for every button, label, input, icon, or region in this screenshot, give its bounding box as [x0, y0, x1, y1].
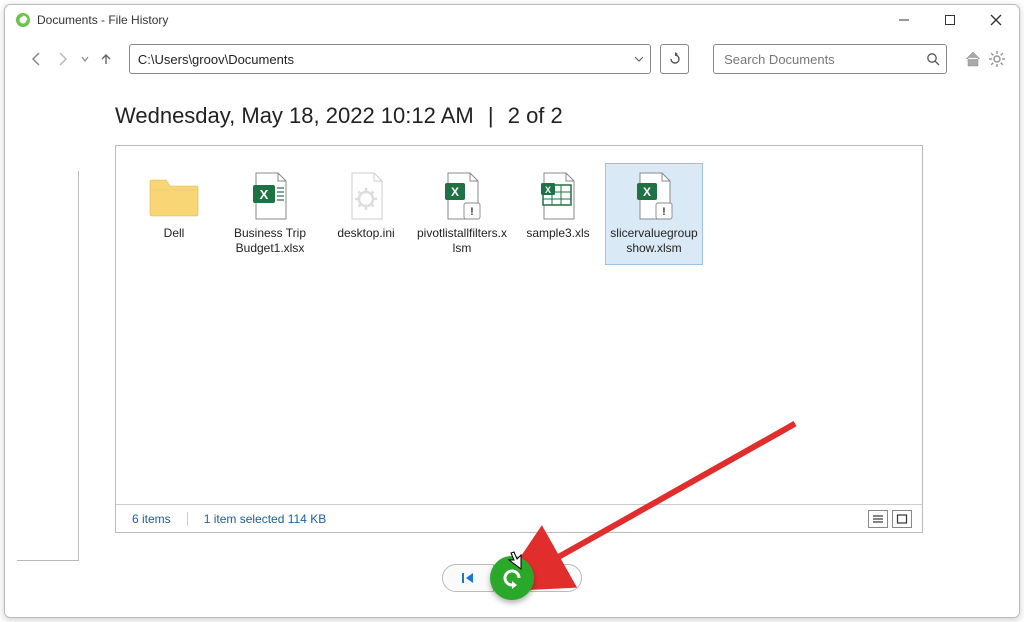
excel-file-icon: X — [242, 168, 298, 224]
ini-file-icon — [338, 168, 394, 224]
file-history-app-icon — [15, 12, 31, 28]
svg-text:!: ! — [470, 206, 474, 218]
navigation-row: C:\Users\groov\Documents Search Document… — [5, 39, 1019, 79]
search-icon — [926, 52, 940, 66]
file-history-window: Documents - File History C:\Use — [4, 4, 1020, 618]
status-bar: 6 items 1 item selected 114 KB — [116, 504, 922, 532]
item-count: 6 items — [132, 512, 171, 526]
file-item[interactable]: X ! pivotlistallfilters.xlsm — [414, 164, 510, 264]
search-placeholder: Search Documents — [724, 52, 926, 67]
svg-text:X: X — [451, 185, 459, 199]
file-name-label: desktop.ini — [337, 226, 394, 241]
svg-text:X: X — [260, 187, 269, 202]
folder-icon — [146, 168, 202, 224]
file-name-label: pivotlistallfilters.xlsm — [416, 226, 508, 256]
folder-item[interactable]: Dell — [126, 164, 222, 249]
file-panel: Dell X — [115, 145, 923, 533]
cursor-icon — [506, 550, 522, 570]
address-bar[interactable]: C:\Users\groov\Documents — [129, 44, 651, 74]
file-item[interactable]: X sample3.xls — [510, 164, 606, 249]
nav-back-button[interactable] — [25, 48, 46, 70]
refresh-button[interactable] — [660, 44, 689, 74]
next-version-button[interactable] — [530, 564, 582, 592]
tab-stub — [17, 171, 79, 561]
home-icon[interactable] — [963, 49, 983, 69]
nav-up-button[interactable] — [96, 48, 117, 70]
excel-macro-file-icon: X ! — [434, 168, 490, 224]
restore-button[interactable] — [490, 556, 534, 600]
file-name-label: Business Trip Budget1.xlsx — [224, 226, 316, 256]
maximize-button[interactable] — [927, 5, 973, 35]
nav-recent-dropdown[interactable] — [80, 48, 90, 70]
file-item[interactable]: desktop.ini — [318, 164, 414, 249]
settings-gear-icon[interactable] — [987, 49, 1007, 69]
search-box[interactable]: Search Documents — [713, 44, 947, 74]
titlebar: Documents - File History — [5, 5, 1019, 35]
selection-info: 1 item selected 114 KB — [204, 512, 327, 526]
file-name-label: Dell — [164, 226, 185, 241]
excel-legacy-file-icon: X — [530, 168, 586, 224]
view-icons-button[interactable] — [892, 510, 912, 528]
view-details-button[interactable] — [868, 510, 888, 528]
snapshot-timestamp: Wednesday, May 18, 2022 10:12 AM — [115, 103, 474, 128]
close-button[interactable] — [973, 5, 1019, 35]
snapshot-heading: Wednesday, May 18, 2022 10:12 AM | 2 of … — [115, 103, 563, 129]
file-item-selected[interactable]: X ! slicervaluegroupshow.xlsm — [606, 164, 702, 264]
minimize-button[interactable] — [881, 5, 927, 35]
svg-text:X: X — [545, 185, 551, 195]
status-separator — [187, 512, 188, 526]
items-area[interactable]: Dell X — [116, 146, 922, 282]
snapshot-position: 2 of 2 — [508, 103, 563, 128]
heading-separator: | — [488, 103, 494, 128]
address-dropdown-icon[interactable] — [628, 54, 650, 64]
file-name-label: slicervaluegroupshow.xlsm — [608, 226, 700, 256]
nav-forward-button[interactable] — [52, 48, 73, 70]
svg-text:!: ! — [662, 206, 666, 218]
history-controls — [5, 555, 1019, 601]
excel-macro-file-icon: X ! — [626, 168, 682, 224]
window-title: Documents - File History — [37, 13, 168, 27]
address-path: C:\Users\groov\Documents — [130, 52, 628, 67]
previous-version-button[interactable] — [442, 564, 494, 592]
svg-text:X: X — [643, 185, 651, 199]
file-name-label: sample3.xls — [526, 226, 589, 241]
file-item[interactable]: X Business Trip Budget1.xlsx — [222, 164, 318, 264]
